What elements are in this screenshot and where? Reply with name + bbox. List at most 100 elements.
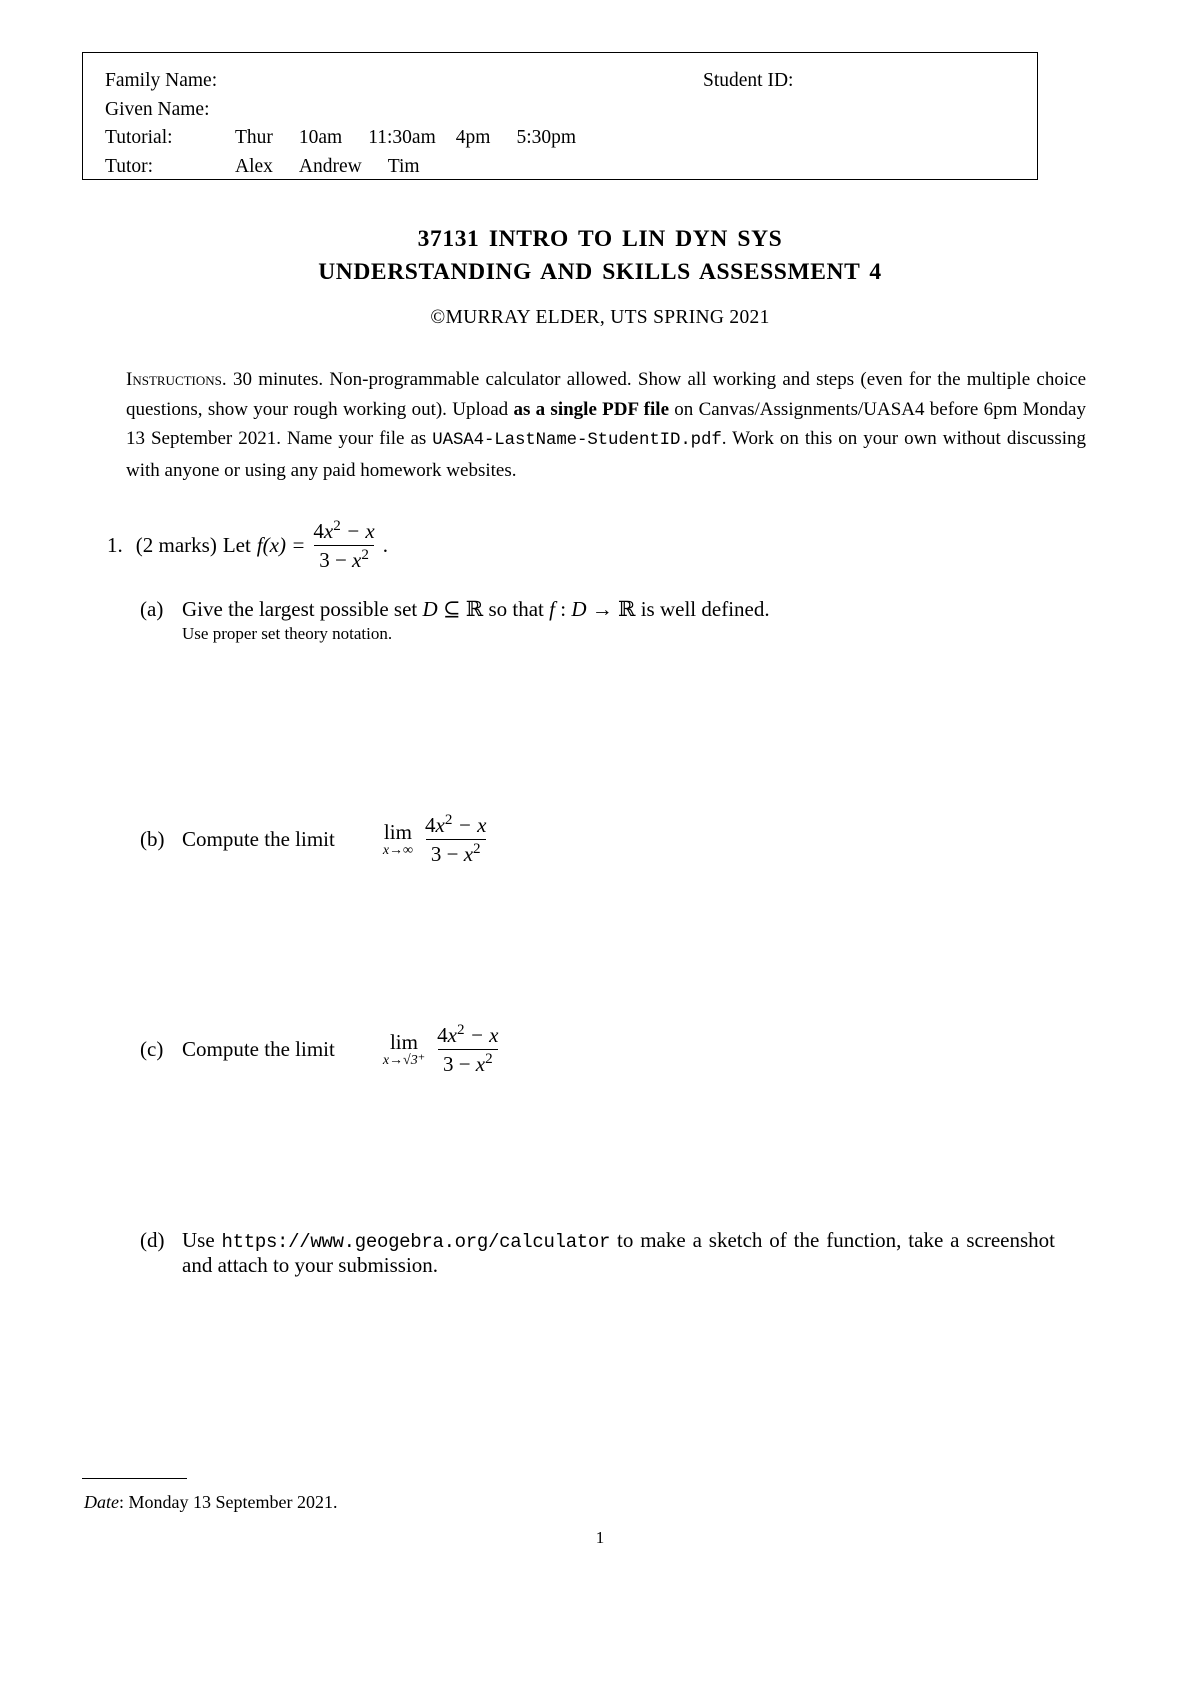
tutorial-option-thur[interactable]: Thur: [235, 124, 273, 153]
part-d-text-pre: Use: [182, 1228, 222, 1252]
part-a-label: (a): [140, 597, 164, 621]
question-1-part-c: (c) Compute the limit lim x→√3⁺ 4x2 − x …: [140, 1022, 1060, 1077]
assessment-title: UNDERSTANDING AND SKILLS ASSESSMENT 4: [318, 259, 882, 285]
tutorial-option-10am[interactable]: 10am: [299, 124, 342, 153]
numerator-exponent: 2: [333, 518, 341, 534]
part-b-lim-symbol: lim: [383, 819, 412, 844]
student-id-label: Student ID:: [703, 70, 794, 91]
part-b-text: Compute the limit: [182, 826, 335, 851]
tutor-option-alex[interactable]: Alex: [235, 153, 273, 182]
given-name-label: Given Name:: [105, 98, 210, 120]
stem-period: .: [382, 532, 389, 557]
footnote-rule: [82, 1478, 187, 1479]
part-b-numerator-coefficient: 4: [425, 813, 436, 837]
tutor-options: Alex Andrew Tim: [235, 153, 446, 182]
family-name-label: Family Name:: [105, 70, 218, 91]
part-b-lim-subscript: x→∞: [382, 842, 414, 858]
fraction-numerator: 4x2 − x: [308, 518, 379, 545]
part-b-fraction: 4x2 − x 3 − x2: [420, 812, 491, 867]
denominator-constant: 3 −: [319, 547, 353, 572]
part-c-numerator-rest: − x: [469, 1023, 499, 1047]
instructions-paragraph: Instructions. 30 minutes. Non-programmab…: [126, 365, 1086, 485]
tutorial-option-1130am[interactable]: 11:30am: [368, 124, 436, 153]
part-b-limit-operator: lim x→∞: [382, 819, 414, 858]
part-b-denominator-exponent: 2: [473, 840, 481, 857]
denominator-variable: x: [352, 547, 362, 572]
copyright-line: ©MURRAY ELDER, UTS SPRING 2021: [430, 307, 770, 328]
numerator-rest: − x: [346, 519, 375, 543]
part-d-text: Use https://www.geogebra.org/calculator …: [182, 1228, 1055, 1278]
part-c-text: Compute the limit: [182, 1036, 335, 1061]
instructions-heading: Instructions.: [126, 369, 227, 390]
part-c-denominator-constant: 3 −: [442, 1051, 476, 1076]
geogebra-link[interactable]: https://www.geogebra.org/calculator: [222, 1231, 611, 1253]
part-a-colon: :: [555, 597, 572, 621]
footnote-date-value: : Monday 13 September 2021.: [119, 1492, 338, 1512]
tutor-option-andrew[interactable]: Andrew: [299, 153, 362, 182]
exam-page: Family Name: Given Name: Tutorial: Thur …: [0, 0, 1200, 1697]
part-b-label: (b): [140, 826, 165, 851]
part-b-numerator-exponent: 2: [444, 812, 453, 828]
part-a-domain-symbol-2: D: [571, 597, 587, 621]
part-a-text: Give the largest possible set D ⊆ ℝ so t…: [182, 597, 1060, 622]
part-c-numerator-coefficient: 4: [437, 1023, 448, 1047]
fraction-denominator: 3 − x2: [314, 544, 374, 573]
given-name-row: Given Name:: [105, 96, 1037, 125]
tutor-option-tim[interactable]: Tim: [388, 153, 420, 182]
tutorial-options: Thur 10am 11:30am 4pm 5:30pm: [235, 124, 602, 153]
footnote-date-label: Date: [84, 1492, 119, 1512]
question-1-stem: 1. (2 marks) Let f (x) = 4x2 − x 3 − x2 .: [107, 518, 388, 573]
part-c-lim-subscript: x→√3⁺: [382, 1052, 426, 1068]
part-a-text-pre: Give the largest possible set: [182, 597, 423, 621]
question-1-number: 1.: [107, 532, 123, 557]
tutorial-label: Tutorial:: [105, 127, 173, 148]
part-a-text-post: is well defined.: [635, 597, 770, 621]
part-c-denominator-exponent: 2: [485, 1050, 493, 1067]
part-a-text-mid: so that: [483, 597, 550, 621]
tutorial-option-4pm[interactable]: 4pm: [456, 124, 491, 153]
part-b-denominator-constant: 3 −: [430, 841, 464, 866]
function-arg: (x) =: [262, 532, 306, 557]
tutorial-row: Tutorial: Thur 10am 11:30am 4pm 5:30pm: [105, 124, 1037, 153]
part-a-domain-symbol: D: [422, 597, 438, 621]
part-c-fraction: 4x2 − x 3 − x2: [432, 1022, 503, 1077]
part-c-numerator: 4x2 − x: [432, 1022, 503, 1049]
part-c-numerator-exponent: 2: [456, 1022, 465, 1038]
question-1-part-b: (b) Compute the limit lim x→∞ 4x2 − x 3 …: [140, 812, 1060, 867]
instructions-bold-phrase: as a single PDF file: [513, 398, 670, 420]
part-c-lim-symbol: lim: [389, 1029, 418, 1054]
page-title: 37131 INTRO TO LIN DYN SYS UNDERSTANDING…: [0, 223, 1200, 289]
function-fraction: 4x2 − x 3 − x2: [308, 518, 379, 573]
part-c-numerator-variable: x: [447, 1023, 457, 1047]
part-b-numerator-rest: − x: [457, 813, 487, 837]
part-d-label: (d): [140, 1228, 165, 1252]
tutorial-option-530pm[interactable]: 5:30pm: [516, 124, 576, 153]
part-c-denominator-variable: x: [475, 1051, 486, 1076]
part-b-denominator: 3 − x2: [425, 838, 486, 867]
question-1-lead: Let: [222, 532, 251, 557]
question-1-marks: (2 marks): [135, 532, 217, 557]
denominator-exponent: 2: [361, 546, 369, 563]
part-a-arrow: →: [586, 597, 619, 621]
numerator-variable: x: [323, 519, 334, 543]
question-1-part-d: (d) Use https://www.geogebra.org/calcula…: [140, 1228, 1055, 1278]
part-a-reals-symbol-1: ℝ: [465, 597, 484, 621]
footnote-date: Date: Monday 13 September 2021.: [84, 1492, 337, 1513]
part-b-numerator-variable: x: [435, 813, 445, 837]
part-c-denominator: 3 − x2: [437, 1048, 498, 1077]
submission-filename: UASA4-LastName-StudentID.pdf: [432, 431, 722, 450]
page-number: 1: [595, 1528, 605, 1547]
part-b-denominator-variable: x: [463, 841, 474, 866]
part-a-reals-symbol-2: ℝ: [618, 597, 636, 621]
student-identification-box: Family Name: Given Name: Tutorial: Thur …: [82, 52, 1038, 180]
tutor-label: Tutor:: [105, 155, 154, 177]
part-c-limit-operator: lim x→√3⁺: [382, 1029, 426, 1068]
part-c-label: (c): [140, 1036, 164, 1061]
part-a-hint: Use proper set theory notation.: [182, 624, 393, 643]
question-1-part-a: (a) Give the largest possible set D ⊆ ℝ …: [140, 597, 1060, 644]
tutor-row: Tutor: Alex Andrew Tim: [105, 153, 1037, 182]
part-b-numerator: 4x2 − x: [420, 812, 491, 839]
course-title: 37131 INTRO TO LIN DYN SYS: [417, 226, 783, 252]
family-name-row: Family Name:: [105, 67, 1037, 96]
numerator-coefficient: 4: [313, 519, 324, 543]
